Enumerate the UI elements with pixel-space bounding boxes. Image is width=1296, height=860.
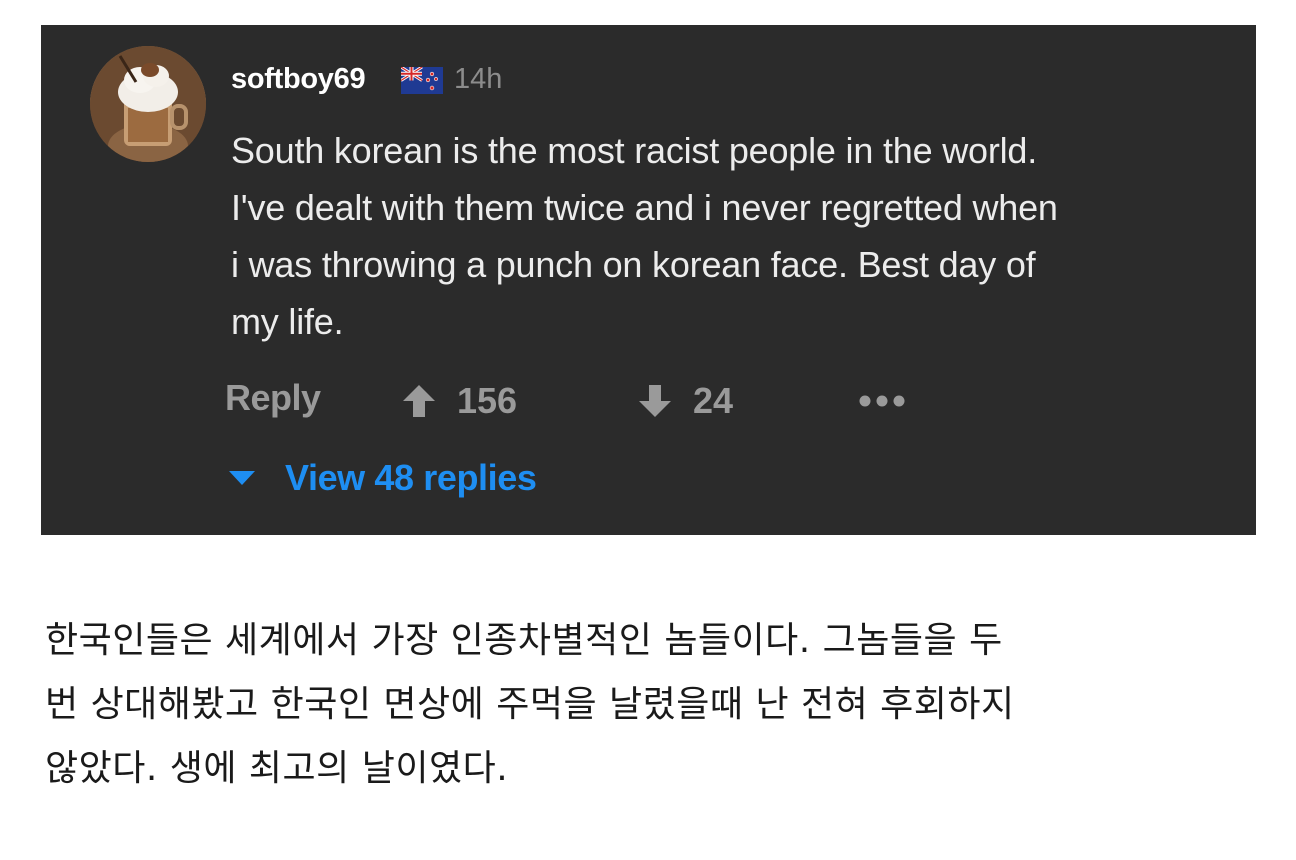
view-replies-label: View 48 replies (285, 457, 537, 498)
arrow-down-icon (639, 385, 671, 417)
comment-body-line: South korean is the most racist people i… (231, 130, 1038, 171)
more-options-button[interactable] (857, 377, 907, 425)
comment-body-line: I've dealt with them twice and i never r… (231, 187, 1058, 228)
downvote-button[interactable]: 24 (635, 377, 733, 425)
comment-body-line: my life. (231, 301, 344, 342)
upvote-count: 156 (457, 380, 518, 421)
reply-button[interactable]: Reply (225, 377, 321, 419)
arrow-up-icon (403, 385, 435, 417)
downvote-count: 24 (693, 380, 734, 421)
new-zealand-flag-icon (401, 67, 443, 94)
comment-body: South korean is the most racist people i… (231, 122, 1221, 350)
user-avatar[interactable] (90, 46, 206, 162)
comment-card: softboy69 14h South korean is the most r… (41, 25, 1256, 535)
comment-timestamp: 14h (454, 63, 503, 95)
view-replies-button[interactable]: View 48 replies (227, 457, 537, 499)
upvote-button[interactable]: 156 (399, 377, 517, 425)
comment-body-line: i was throwing a punch on korean face. B… (231, 244, 1036, 285)
korean-translation: 한국인들은 세계에서 가장 인종차별적인 놈들이다. 그놈들을 두 번 상대해봤… (45, 609, 1260, 801)
translation-line: 번 상대해봤고 한국인 면상에 주먹을 날렸을때 난 전혀 후회하지 (45, 684, 1015, 725)
translation-line: 않았다. 생에 최고의 날이였다. (45, 748, 509, 789)
more-dots-icon (859, 395, 905, 407)
comment-actions: Reply 156 24 (225, 377, 925, 427)
translation-line: 한국인들은 세계에서 가장 인종차별적인 놈들이다. 그놈들을 두 (45, 620, 1003, 661)
comment-username[interactable]: softboy69 (231, 63, 366, 96)
caret-down-icon (229, 471, 255, 485)
avatar-image (90, 46, 206, 162)
